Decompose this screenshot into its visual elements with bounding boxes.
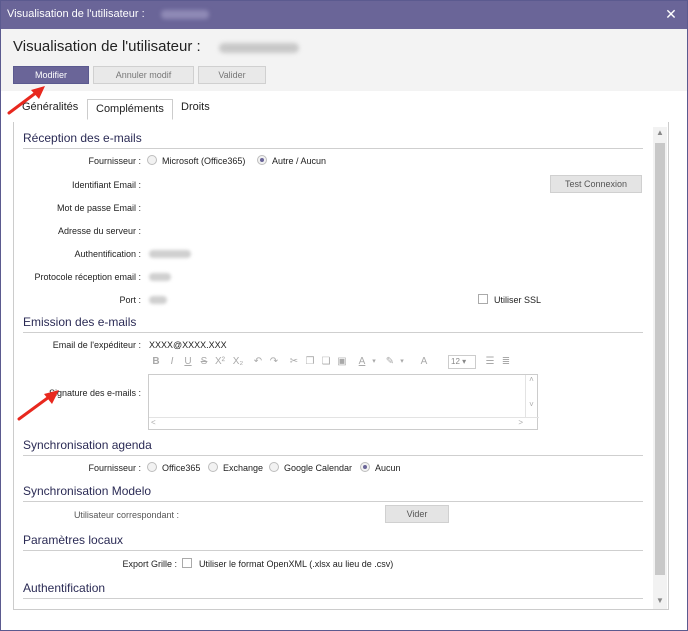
tab-rights[interactable]: Droits [181, 101, 210, 113]
sender-email-label: Email de l'expéditeur : [52, 340, 141, 350]
section-title-modelo-sync: Synchronisation Modelo [23, 484, 152, 498]
sender-email-value[interactable]: XXXX@XXXX.XXX [149, 340, 227, 350]
close-icon[interactable]: ✕ [663, 6, 679, 22]
section-divider [23, 148, 643, 149]
ssl-checkbox[interactable] [478, 294, 488, 304]
redacted-value [149, 250, 191, 258]
section-title-email-sending: Emission des e-mails [23, 315, 137, 329]
radio-office365-label: Office365 [162, 463, 201, 473]
scroll-up-icon[interactable]: ▲ [653, 127, 667, 139]
rich-text-toolbar: B I U S X² X₂ ↶ ↷ ✂ ❐ ❏ ▣ A ▾ ✎ ▾ A 12 ▾… [148, 353, 528, 371]
radio-google-calendar-label: Google Calendar [284, 463, 353, 473]
bullet-list-icon[interactable]: ☰ [484, 355, 496, 368]
redo-icon[interactable]: ↷ [268, 355, 280, 368]
authentication-label: Authentification : [74, 249, 141, 259]
radio-none-label: Aucun [375, 463, 401, 473]
subscript-icon[interactable]: X₂ [232, 355, 244, 368]
radio-other[interactable] [257, 155, 267, 165]
cancel-changes-button[interactable]: Annuler modif [93, 66, 194, 84]
italic-icon[interactable]: I [166, 355, 178, 368]
chevron-right-icon[interactable]: > [518, 418, 523, 427]
paste-special-icon[interactable]: ▣ [336, 355, 348, 368]
user-view-dialog: Visualisation de l'utilisateur : ✕ Visua… [0, 0, 688, 631]
section-divider [23, 598, 643, 599]
font-size-select[interactable]: 12 ▾ [448, 355, 476, 369]
numbered-list-icon[interactable]: ≣ [500, 355, 512, 368]
chevron-down-icon[interactable]: ▾ [368, 355, 380, 368]
radio-microsoft[interactable] [147, 155, 157, 165]
validate-button[interactable]: Valider [198, 66, 266, 84]
email-provider-label: Fournisseur : [88, 156, 141, 166]
cut-icon[interactable]: ✂ [288, 355, 300, 368]
undo-icon[interactable]: ↶ [252, 355, 264, 368]
chevron-down-icon[interactable]: ˅ [526, 400, 537, 409]
font-size-icon[interactable]: A [418, 355, 430, 368]
radio-exchange-label: Exchange [223, 463, 264, 473]
openxml-label: Utiliser le format OpenXML (.xlsx au lie… [199, 559, 394, 569]
section-divider [23, 455, 643, 456]
section-divider [23, 550, 643, 551]
font-color-icon[interactable]: A [356, 355, 368, 368]
radio-office365[interactable] [147, 462, 157, 472]
page-title: Visualisation de l'utilisateur : [13, 38, 201, 55]
radio-none[interactable] [360, 462, 370, 472]
export-grid-label: Export Grille : [122, 559, 177, 569]
radio-exchange[interactable] [208, 462, 218, 472]
editor-vertical-scrollbar[interactable]: ˄ ˅ [525, 375, 537, 417]
modify-button[interactable]: Modifier [13, 66, 89, 84]
protocol-label: Protocole réception email : [34, 272, 141, 282]
redacted-value [149, 273, 171, 281]
editor-horizontal-scrollbar[interactable]: < > [149, 417, 539, 429]
test-connection-button[interactable]: Test Connexion [550, 175, 642, 193]
matching-user-label: Utilisateur correspondant : [73, 510, 179, 520]
superscript-icon[interactable]: X² [214, 355, 226, 368]
redacted-username [219, 43, 299, 53]
annotation-arrow-icon [7, 86, 45, 115]
radio-other-label: Autre / Aucun [272, 156, 327, 166]
window-title: Visualisation de l'utilisateur : [7, 8, 145, 20]
font-size-value: 12 [451, 357, 460, 366]
highlight-color-icon[interactable]: ✎ [384, 355, 396, 368]
copy-icon[interactable]: ❐ [304, 355, 316, 368]
title-bar: Visualisation de l'utilisateur : ✕ [1, 1, 687, 29]
ssl-label: Utiliser SSL [494, 295, 542, 305]
section-title-calendar-sync: Synchronisation agenda [23, 438, 152, 452]
signature-editor[interactable]: ˄ ˅ < > [148, 374, 539, 430]
section-title-authentication: Authentification [23, 581, 106, 595]
port-label: Port : [119, 295, 141, 305]
chevron-left-icon[interactable]: < [151, 418, 156, 427]
section-title-local-settings: Paramètres locaux [23, 533, 124, 547]
openxml-checkbox[interactable] [182, 558, 192, 568]
tab-bar: Généralités Compléments Droits [1, 91, 687, 123]
underline-icon[interactable]: U [182, 355, 194, 368]
annotation-arrow-icon [17, 390, 59, 421]
calendar-provider-label: Fournisseur : [88, 463, 141, 473]
bold-icon[interactable]: B [150, 355, 162, 368]
server-address-label: Adresse du serveur : [57, 226, 141, 236]
radio-microsoft-label: Microsoft (Office365) [162, 156, 246, 166]
header: Visualisation de l'utilisateur : Modifie… [1, 29, 687, 91]
section-divider [23, 332, 643, 333]
scroll-down-icon[interactable]: ▼ [653, 595, 667, 607]
section-divider [23, 501, 643, 502]
strikethrough-icon[interactable]: S [198, 355, 210, 368]
tab-complements[interactable]: Compléments [87, 99, 173, 120]
radio-google-calendar[interactable] [269, 462, 279, 472]
chevron-down-icon[interactable]: ▾ [396, 355, 408, 368]
vertical-scrollbar[interactable]: ▲ ▼ [653, 127, 667, 609]
redacted-username [161, 10, 209, 19]
scroll-thumb[interactable] [655, 143, 665, 575]
email-password-label: Mot de passe Email : [56, 203, 141, 213]
paste-icon[interactable]: ❏ [320, 355, 332, 368]
email-id-label: Identifiant Email : [71, 180, 141, 190]
clear-button[interactable]: Vider [385, 505, 449, 523]
chevron-up-icon[interactable]: ˄ [526, 375, 537, 384]
redacted-value [149, 296, 167, 304]
section-title-email-reception: Réception des e-mails [23, 131, 142, 145]
